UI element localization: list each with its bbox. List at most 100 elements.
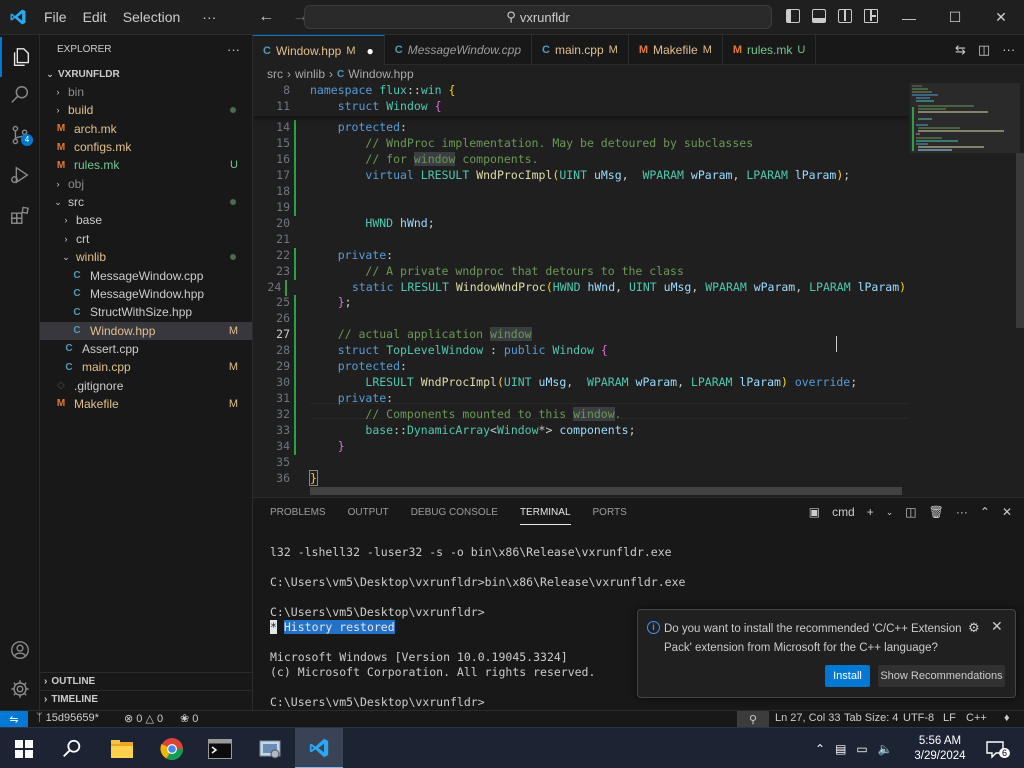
menu-edit[interactable]: Edit — [75, 9, 115, 25]
file-item[interactable]: C StructWithSize.hpp — [40, 303, 252, 321]
file-item[interactable]: March.mk — [40, 120, 252, 138]
run-debug-icon[interactable] — [0, 155, 40, 195]
editor-tab[interactable]: M Makefile M — [629, 35, 723, 65]
back-arrow-icon[interactable]: ← — [258, 8, 274, 26]
accounts-icon[interactable] — [0, 630, 40, 670]
customize-layout-icon[interactable] — [864, 9, 878, 23]
panel-tab[interactable]: OUTPUT — [348, 507, 389, 518]
command-prompt-icon[interactable] — [196, 728, 244, 768]
problems-status[interactable]: ⊗ 0 △ 0 — [124, 712, 163, 725]
unsaved-dot-icon[interactable]: ● — [367, 44, 374, 58]
more-actions-icon[interactable]: ··· — [956, 505, 968, 519]
ports-status[interactable]: ❀ 0 — [180, 712, 198, 725]
chevron-down-icon[interactable]: ⌄ — [886, 507, 894, 518]
vscode-logo-icon[interactable] — [0, 0, 36, 35]
breadcrumb-winlib[interactable]: winlib — [295, 67, 325, 81]
panel-tab[interactable]: PROBLEMS — [270, 507, 326, 518]
remote-icon[interactable]: ⇋ — [0, 711, 28, 728]
toggle-secondary-sidebar-icon[interactable] — [838, 9, 852, 23]
file-explorer-icon[interactable] — [98, 728, 146, 768]
command-center-search[interactable]: ⚲ vxrunfldr — [304, 5, 772, 29]
sticky-scroll[interactable]: 8 namespace flux::win {11 struct Window { — [253, 83, 913, 116]
extensions-icon[interactable] — [0, 195, 40, 235]
horizontal-scrollbar[interactable] — [310, 487, 902, 495]
branch-status[interactable]: ᛉ 15d95659* — [36, 712, 99, 724]
toggle-panel-icon[interactable] — [812, 9, 826, 23]
split-editor-icon[interactable]: ◫ — [978, 42, 990, 58]
close-icon[interactable]: ✕ — [991, 618, 1003, 635]
file-item[interactable]: Cmain.cpp M — [40, 358, 252, 376]
minimize-icon[interactable]: — — [886, 0, 932, 35]
folder-item[interactable]: › obj — [40, 175, 252, 193]
control-panel-icon[interactable] — [246, 728, 294, 768]
terminal-shell-name[interactable]: cmd — [832, 505, 855, 519]
editor-tab[interactable]: Mrules.mk U — [723, 35, 817, 65]
open-changes-icon[interactable]: ⇆ — [955, 42, 966, 58]
explorer-icon[interactable] — [0, 37, 40, 77]
manage-gear-icon[interactable] — [0, 669, 40, 709]
notification-center-icon[interactable]: 6 — [985, 728, 1011, 768]
network-icon[interactable]: ▭ — [856, 742, 867, 756]
toggle-primary-sidebar-icon[interactable] — [786, 9, 800, 23]
file-item[interactable]: C Window.hpp M — [40, 321, 252, 340]
vscode-taskbar-icon[interactable] — [295, 728, 343, 768]
outline-section[interactable]: › OUTLINE — [40, 672, 252, 690]
explorer-root-folder[interactable]: ⌄ VXRUNFLDR — [40, 65, 252, 83]
more-actions-icon[interactable]: ··· — [1002, 42, 1015, 58]
encoding[interactable]: UTF-8 — [903, 712, 934, 724]
chevron-up-icon[interactable]: ⌃ — [815, 742, 825, 756]
code-editor[interactable]: 14 protected: 15 // WndProc implementatio… — [253, 83, 913, 486]
folder-item[interactable]: › base — [40, 211, 252, 229]
timeline-section[interactable]: › TIMELINE — [40, 690, 252, 708]
menu-more[interactable]: ··· — [188, 9, 224, 25]
editor-tab[interactable]: C Window.hpp M ● — [253, 35, 385, 65]
file-item[interactable]: ◇ .gitignore — [40, 377, 252, 395]
install-button[interactable]: Install — [825, 665, 870, 687]
explorer-more-button[interactable]: ··· — [227, 42, 240, 57]
breadcrumb-src[interactable]: src — [267, 67, 283, 81]
taskbar-search-icon[interactable] — [48, 728, 96, 768]
folder-item[interactable]: ⌄ winlib — [40, 248, 252, 266]
file-item[interactable]: C MessageWindow.cpp — [40, 267, 252, 285]
folder-item[interactable]: › bin — [40, 83, 252, 101]
volume-icon[interactable]: 🔈 — [878, 742, 893, 756]
panel-tab[interactable]: DEBUG CONSOLE — [411, 507, 498, 518]
security-icon[interactable]: ▤ — [835, 742, 846, 756]
chrome-icon[interactable] — [148, 728, 196, 768]
maximize-panel-icon[interactable]: ⌃ — [980, 505, 990, 519]
end-of-line[interactable]: LF — [943, 712, 956, 724]
split-terminal-icon[interactable]: ◫ — [905, 505, 916, 519]
maximize-icon[interactable]: ☐ — [932, 0, 978, 35]
gear-icon[interactable]: ⚙ — [968, 620, 980, 636]
breadcrumb-file[interactable]: Window.hpp — [348, 67, 413, 81]
panel-tab[interactable]: PORTS — [593, 507, 627, 518]
folder-item[interactable]: › crt — [40, 230, 252, 248]
language-mode[interactable]: C++ — [966, 712, 987, 724]
menu-selection[interactable]: Selection — [115, 9, 189, 25]
editor-tab[interactable]: C MessageWindow.cpp — [385, 35, 532, 65]
folder-item[interactable]: › build — [40, 101, 252, 119]
notifications-bell-icon[interactable]: ♦ — [1004, 712, 1010, 724]
trash-icon[interactable]: 🗑 — [929, 505, 944, 519]
zoom-icon[interactable]: ⚲ — [737, 711, 769, 728]
cursor-position[interactable]: Ln 27, Col 33 — [775, 712, 840, 724]
close-icon[interactable]: ✕ — [978, 0, 1024, 35]
file-item[interactable]: Mconfigs.mk — [40, 138, 252, 156]
close-panel-icon[interactable]: ✕ — [1002, 505, 1012, 519]
windows-start-icon[interactable] — [0, 728, 48, 768]
clock[interactable]: 5:56 AM 3/29/2024 — [914, 728, 966, 768]
panel-tab[interactable]: TERMINAL — [519, 500, 571, 525]
new-terminal-icon[interactable]: + — [867, 505, 874, 519]
menu-file[interactable]: File — [36, 9, 75, 25]
folder-item[interactable]: ⌄ src — [40, 193, 252, 211]
source-control-icon[interactable]: 4 — [0, 115, 40, 155]
minimap[interactable] — [908, 83, 1024, 486]
file-item[interactable]: M Makefile M — [40, 395, 252, 413]
file-item[interactable]: C Assert.cpp — [40, 340, 252, 358]
editor-tab[interactable]: Cmain.cpp M — [532, 35, 629, 65]
file-item[interactable]: C MessageWindow.hpp — [40, 285, 252, 303]
tab-size[interactable]: Tab Size: 4 — [844, 712, 898, 724]
search-view-icon[interactable] — [0, 75, 40, 115]
file-item[interactable]: Mrules.mk U — [40, 156, 252, 174]
show-recommendations-button[interactable]: Show Recommendations — [878, 665, 1005, 687]
